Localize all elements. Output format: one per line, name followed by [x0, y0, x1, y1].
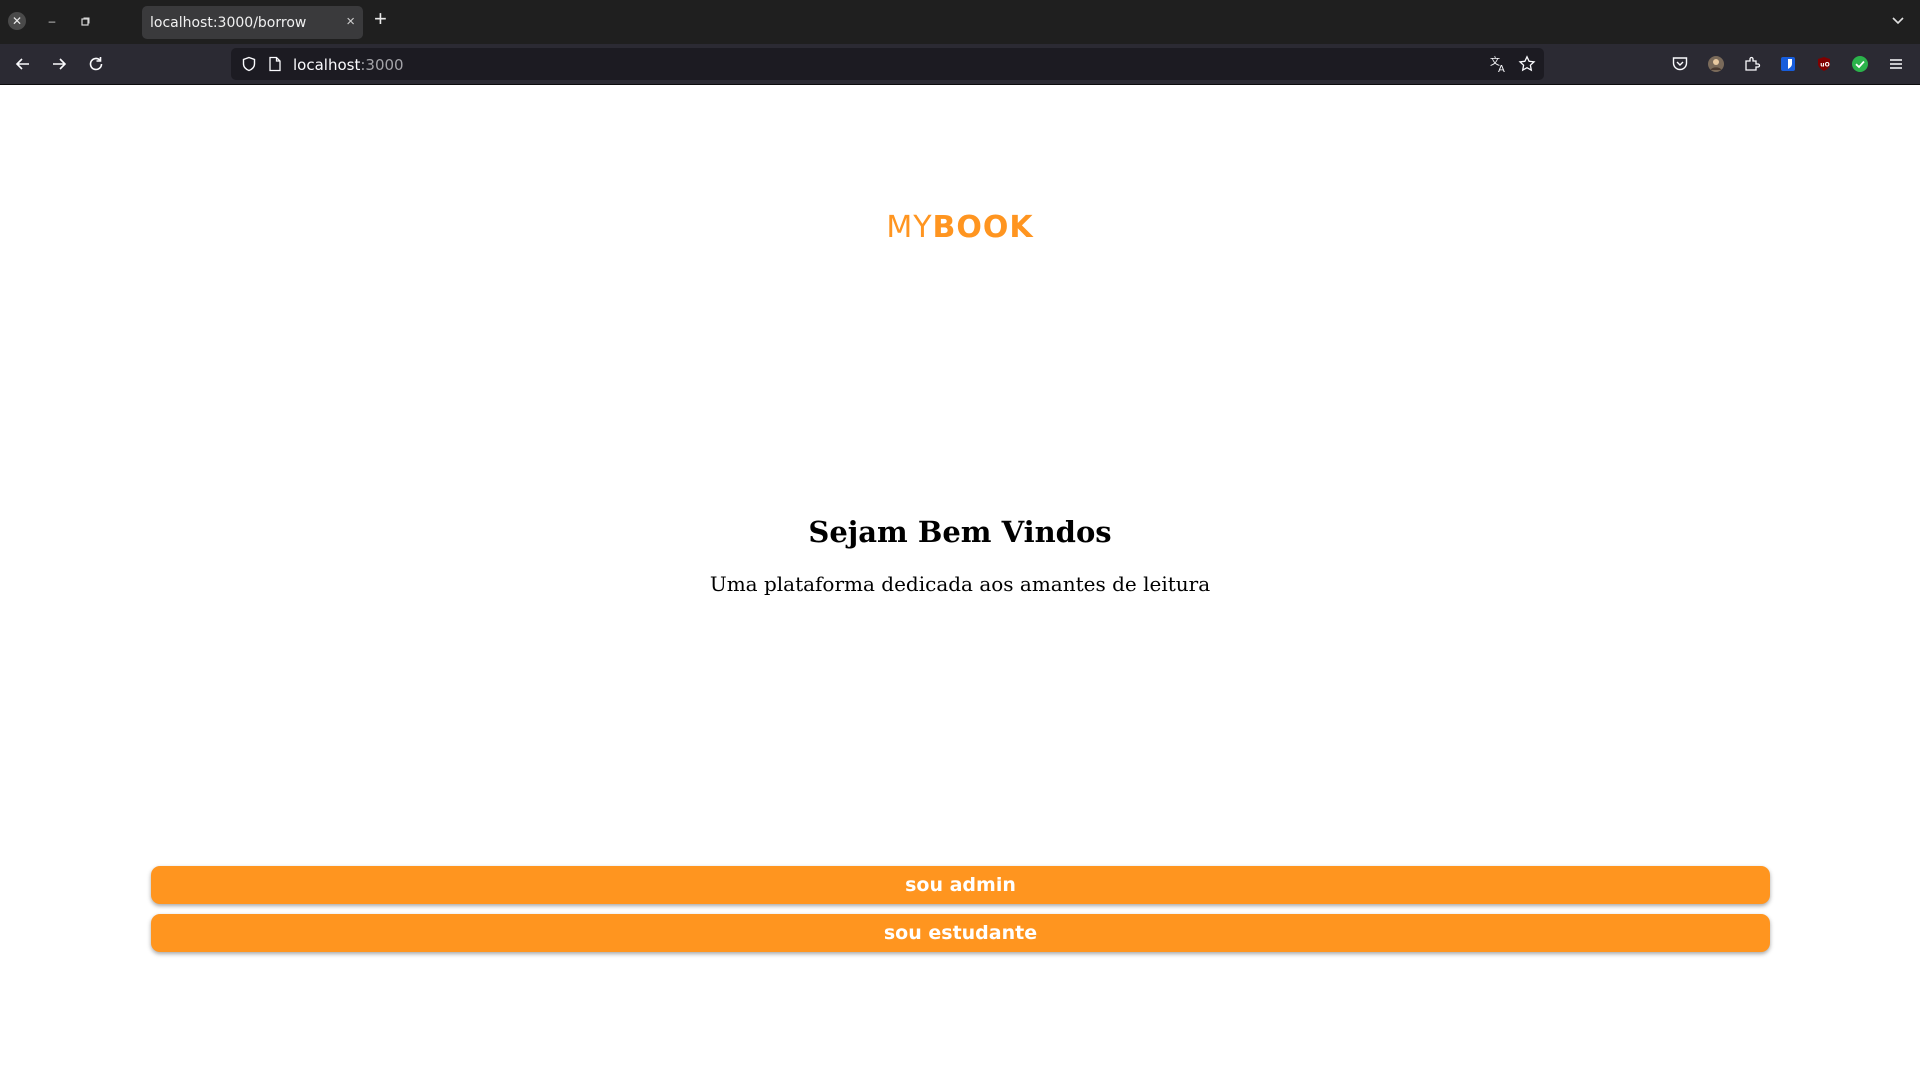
tab-title: localhost:3000/borrow [150, 15, 307, 31]
url-host: localhost [293, 56, 361, 74]
account-avatar-icon[interactable] [1706, 54, 1726, 74]
admin-login-button[interactable]: sou admin [151, 866, 1770, 904]
brand-prefix: MY [886, 210, 933, 245]
active-tab[interactable]: localhost:3000/borrow × [142, 6, 363, 39]
back-arrow-icon[interactable] [13, 54, 33, 74]
bitwarden-extension-icon[interactable] [1778, 54, 1798, 74]
brand-suffix: BOOK [932, 210, 1034, 245]
extensions-puzzle-icon[interactable] [1742, 54, 1762, 74]
student-login-button[interactable]: sou estudante [151, 914, 1770, 952]
url-text[interactable]: localhost:3000 [293, 56, 404, 74]
tracking-shield-icon[interactable] [239, 54, 259, 74]
bookmark-star-icon[interactable] [1517, 54, 1537, 74]
window-close-icon[interactable]: ✕ [8, 12, 26, 30]
reload-icon[interactable] [86, 54, 106, 74]
tab-close-icon[interactable]: × [346, 13, 355, 30]
page-info-icon[interactable] [265, 54, 285, 74]
new-tab-icon[interactable]: + [374, 8, 387, 30]
translate-icon[interactable]: 文A [1488, 54, 1508, 74]
ublock-origin-icon[interactable]: uO [1814, 54, 1834, 74]
window-restore-icon[interactable] [76, 12, 94, 30]
green-check-extension-icon[interactable] [1850, 54, 1870, 74]
browser-nav-bar: localhost:3000 文A uO [0, 44, 1920, 85]
tab-list-chevron-icon[interactable] [1890, 12, 1906, 28]
url-bar[interactable]: localhost:3000 文A [231, 48, 1544, 80]
browser-tab-bar: ✕ – localhost:3000/borrow × + [0, 0, 1920, 44]
welcome-title: Sejam Bem Vindos [808, 515, 1112, 549]
pocket-icon[interactable] [1670, 54, 1690, 74]
brand-logo: MYBOOK [0, 210, 1920, 245]
hamburger-menu-icon[interactable] [1886, 54, 1906, 74]
url-port: :3000 [360, 56, 404, 74]
welcome-tagline: Uma plataforma dedicada aos amantes de l… [709, 572, 1211, 596]
forward-arrow-icon[interactable] [49, 54, 69, 74]
svg-text:A: A [1498, 64, 1505, 73]
window-minimize-icon[interactable]: – [43, 12, 61, 30]
svg-text:uO: uO [1820, 62, 1829, 69]
